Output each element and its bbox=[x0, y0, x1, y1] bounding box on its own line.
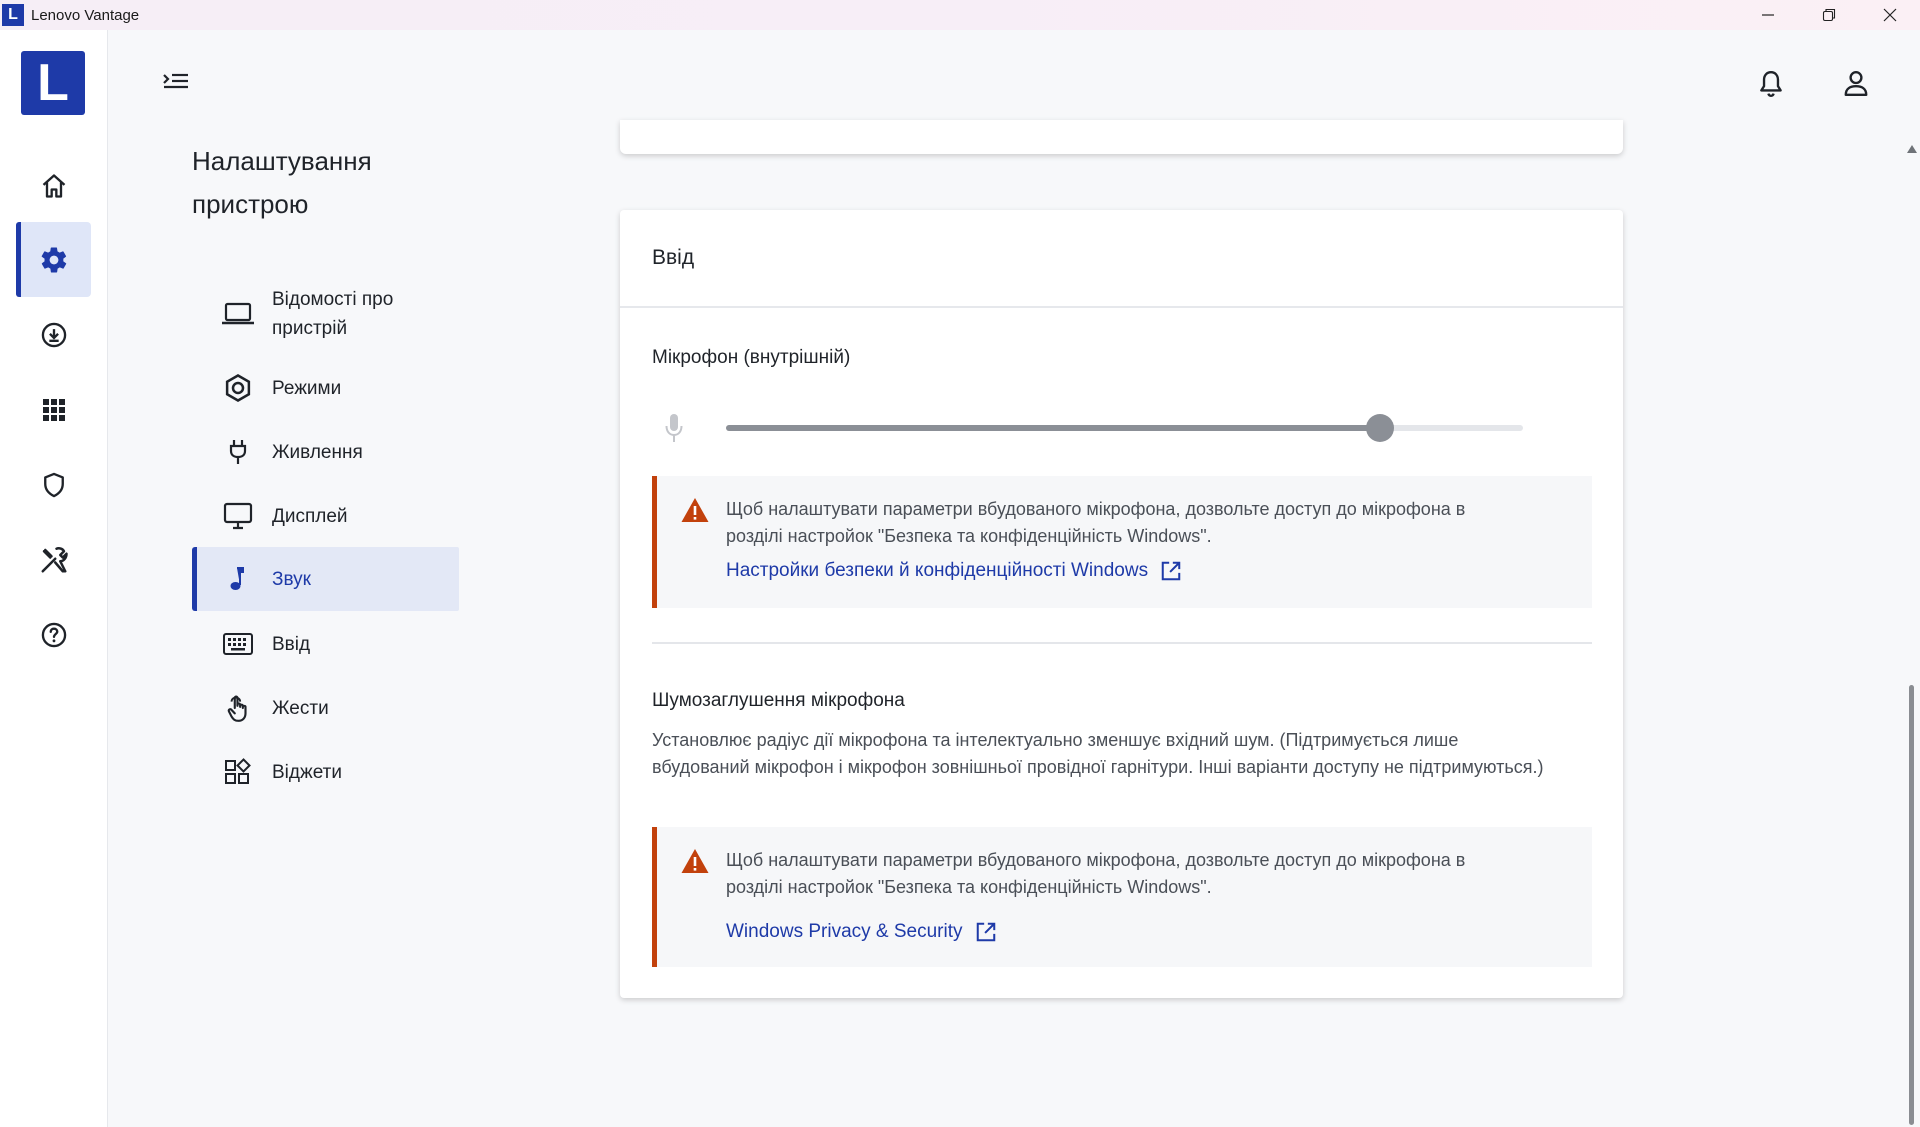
rail-item-security[interactable] bbox=[16, 447, 91, 522]
tools-icon bbox=[41, 546, 68, 572]
previous-card bbox=[620, 120, 1623, 154]
nav-label: Жести bbox=[272, 697, 329, 719]
section-divider bbox=[652, 642, 1592, 644]
window-controls bbox=[1737, 0, 1920, 30]
nav-label: Відомості про пристрій bbox=[272, 289, 394, 339]
rail-item-home[interactable] bbox=[16, 148, 91, 223]
close-icon bbox=[1883, 8, 1896, 22]
noise-cancellation-title: Шумозаглушення мікрофона bbox=[652, 690, 905, 711]
restore-button[interactable] bbox=[1798, 0, 1859, 30]
touch-icon bbox=[220, 690, 256, 726]
nav-label: Віджети bbox=[272, 761, 342, 783]
scrollbar-thumb[interactable] bbox=[1909, 685, 1914, 1125]
rail-item-device-settings[interactable] bbox=[16, 222, 91, 297]
nav-item-gestures[interactable]: Жести bbox=[192, 688, 459, 728]
external-link-icon bbox=[976, 922, 995, 942]
external-link-icon bbox=[1161, 561, 1181, 581]
close-button[interactable] bbox=[1859, 0, 1920, 30]
windows-privacy-security-link[interactable]: Windows Privacy & Security bbox=[726, 921, 997, 943]
warning-box-noise-cancellation: Щоб налаштувати параметри вбудованого мі… bbox=[652, 827, 1592, 967]
monitor-icon bbox=[220, 498, 256, 534]
keyboard-icon bbox=[220, 626, 256, 662]
link-label: Windows Privacy & Security bbox=[726, 921, 963, 942]
rail-item-system-update[interactable] bbox=[16, 297, 91, 372]
download-circle-icon bbox=[41, 322, 66, 347]
gear-icon bbox=[41, 247, 66, 272]
scroll-up-button[interactable] bbox=[1906, 141, 1918, 159]
nav-label: Звук bbox=[272, 568, 311, 590]
title-bar: L Lenovo Vantage bbox=[0, 0, 1920, 30]
notifications-button[interactable] bbox=[1758, 69, 1784, 104]
nav-item-modes[interactable]: Режими bbox=[192, 368, 459, 408]
warning-text: Щоб налаштувати параметри вбудованого мі… bbox=[726, 850, 1466, 897]
microphone-icon bbox=[664, 413, 684, 450]
menu-toggle-button[interactable] bbox=[162, 71, 192, 95]
nav-label: Ввід bbox=[272, 633, 311, 655]
warning-box-microphone-access: Щоб налаштувати параметри вбудованого мі… bbox=[652, 476, 1592, 608]
minimize-button[interactable] bbox=[1737, 0, 1798, 30]
section-title: Налаштування пристрою bbox=[192, 146, 372, 219]
input-card: Ввід Мікрофон (внутрішній) Щоб налаштува… bbox=[620, 210, 1623, 998]
windows-privacy-settings-link[interactable]: Настройки безпеки й конфіденційності Win… bbox=[726, 560, 1182, 582]
rail-item-apps[interactable] bbox=[16, 372, 91, 447]
nav-item-power[interactable]: Живлення bbox=[192, 432, 459, 472]
nav-item-display[interactable]: Дисплей bbox=[192, 496, 459, 536]
noise-cancellation-description: Установлює радіус дії мікрофона та інтел… bbox=[652, 730, 1544, 777]
warning-icon bbox=[681, 849, 709, 873]
link-label: Настройки безпеки й конфіденційності Win… bbox=[726, 560, 1149, 581]
nav-item-input[interactable]: Ввід bbox=[192, 624, 459, 664]
plug-icon bbox=[220, 434, 256, 470]
minimize-icon bbox=[1761, 14, 1774, 16]
hexagon-icon bbox=[220, 370, 256, 406]
help-icon bbox=[41, 622, 66, 647]
lenovo-logo[interactable]: L bbox=[21, 51, 85, 115]
card-title: Ввід bbox=[620, 210, 1623, 308]
user-icon bbox=[1844, 71, 1868, 97]
rail-item-help[interactable] bbox=[16, 597, 91, 672]
grid-icon bbox=[42, 398, 65, 421]
slider-thumb[interactable] bbox=[1365, 414, 1394, 442]
music-note-icon bbox=[220, 561, 256, 597]
nav-label: Живлення bbox=[272, 441, 363, 463]
microphone-label: Мікрофон (внутрішній) bbox=[652, 347, 851, 368]
laptop-icon bbox=[220, 296, 256, 332]
logo-letter: L bbox=[37, 54, 69, 112]
chevron-up-icon bbox=[1907, 145, 1917, 153]
account-button[interactable] bbox=[1843, 69, 1869, 102]
app-logo-small: L bbox=[2, 4, 24, 26]
rail-item-tools[interactable] bbox=[16, 522, 91, 597]
widgets-icon bbox=[220, 754, 256, 790]
nav-label: Режими bbox=[272, 377, 342, 399]
nav-item-device-info[interactable]: Відомості про пристрій bbox=[192, 282, 459, 346]
warning-icon bbox=[681, 498, 709, 522]
nav-item-sound[interactable]: Звук bbox=[192, 547, 459, 611]
microphone-volume-slider[interactable] bbox=[726, 414, 1523, 442]
nav-label: Дисплей bbox=[272, 505, 348, 527]
warning-text: Щоб налаштувати параметри вбудованого мі… bbox=[726, 499, 1466, 546]
shield-icon bbox=[43, 472, 64, 497]
nav-item-widgets[interactable]: Віджети bbox=[192, 752, 459, 792]
slider-fill bbox=[726, 425, 1380, 431]
bell-icon bbox=[1760, 71, 1782, 97]
restore-icon bbox=[1822, 8, 1835, 22]
window-title: Lenovo Vantage bbox=[31, 6, 140, 24]
left-rail: L bbox=[0, 30, 108, 1127]
home-icon bbox=[42, 173, 65, 198]
menu-collapse-icon bbox=[163, 73, 188, 89]
